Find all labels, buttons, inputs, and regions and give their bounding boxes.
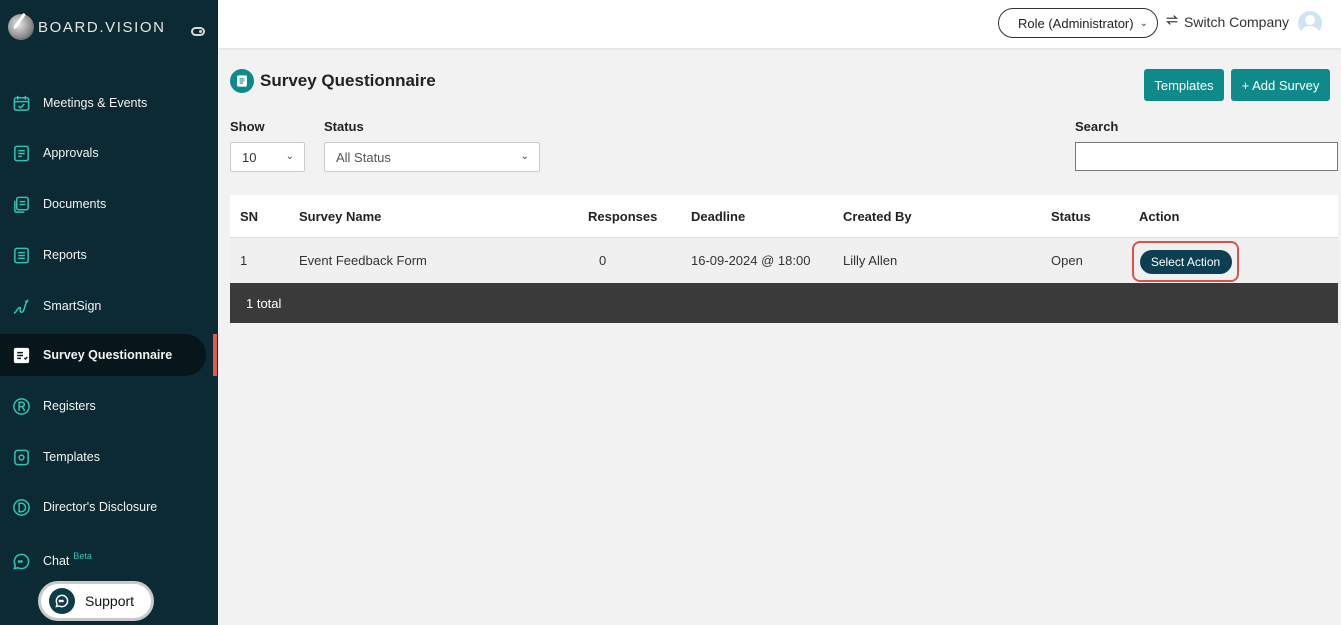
cell-responses: 0: [599, 253, 607, 268]
sidebar-item-approvals[interactable]: Approvals: [0, 132, 206, 174]
templates-button[interactable]: Templates: [1144, 69, 1224, 101]
cell-deadline: 16-09-2024 @ 18:00: [691, 253, 811, 268]
column-header-sn[interactable]: SN: [240, 195, 258, 237]
sidebar-item-label: Templates: [43, 450, 100, 464]
table-header: SN Survey Name Responses Deadline Create…: [230, 195, 1338, 238]
sidebar-item-label: Documents: [43, 197, 107, 211]
show-label: Show: [230, 119, 265, 134]
cell-status: Open: [1051, 253, 1083, 268]
brand-name: BOARD.VISION: [38, 18, 166, 36]
chevron-down-icon: ⌄: [1139, 17, 1148, 29]
select-action-button[interactable]: Select Action: [1139, 249, 1232, 274]
sidebar-item-documents[interactable]: Documents: [0, 183, 206, 225]
sidebar-item-label: Reports: [43, 248, 87, 262]
column-header-deadline[interactable]: Deadline: [691, 195, 745, 237]
sidebar-item-directors-disclosure[interactable]: Director's Disclosure: [0, 486, 206, 528]
sidebar-item-survey-questionnaire[interactable]: Survey Questionnaire: [0, 334, 206, 376]
survey-table: SN Survey Name Responses Deadline Create…: [230, 195, 1338, 323]
status-value: All Status: [336, 149, 391, 165]
chevron-down-icon: ⌄: [520, 151, 529, 162]
cell-sn: 1: [240, 253, 248, 268]
column-header-action: Action: [1139, 208, 1180, 224]
page-title-text: Survey Questionnaire: [260, 71, 436, 90]
add-survey-button[interactable]: + Add Survey: [1231, 69, 1330, 101]
column-header-responses[interactable]: Responses: [588, 195, 657, 237]
sidebar-item-chat[interactable]: Chat Beta: [0, 540, 206, 582]
active-indicator: [213, 334, 217, 376]
chevron-down-icon: ⌄: [285, 151, 294, 162]
column-header-survey-name[interactable]: Survey Name: [299, 195, 381, 237]
brand-logo[interactable]: BOARD.VISION: [8, 14, 166, 40]
sidebar-item-reports[interactable]: Reports: [0, 234, 206, 276]
sidebar-item-label: Meetings & Events: [43, 96, 148, 110]
search-label: Search: [1075, 119, 1119, 134]
beta-badge: Beta: [73, 551, 92, 561]
top-bar: Role (Administrator) ⌄ Switch Company: [218, 0, 1341, 48]
page-title: Survey Questionnaire: [230, 69, 436, 93]
column-header-created-by[interactable]: Created By: [843, 195, 912, 237]
sidebar-toggle-icon[interactable]: [191, 27, 205, 36]
sidebar-item-label: Registers: [43, 399, 96, 413]
select-action-highlight: Select Action: [1132, 241, 1239, 282]
logo-mark-icon: [8, 14, 34, 40]
disclosure-icon: [12, 498, 31, 517]
documents-icon: [12, 195, 31, 214]
sidebar-item-label: Survey Questionnaire: [43, 348, 173, 362]
report-icon: [12, 246, 31, 265]
support-button[interactable]: Support: [38, 581, 154, 621]
support-label: Support: [85, 593, 135, 609]
column-header-status[interactable]: Status: [1051, 195, 1091, 237]
sidebar-item-smartsign[interactable]: SmartSign: [0, 285, 206, 327]
registered-icon: [12, 397, 31, 416]
approval-doc-icon: [12, 144, 31, 163]
survey-icon: [12, 346, 31, 365]
support-chat-icon: [49, 588, 75, 614]
show-value: 10: [242, 149, 257, 165]
role-label: Role (Administrator): [1018, 15, 1134, 31]
switch-company-button[interactable]: Switch Company: [1165, 13, 1289, 30]
sidebar-item-label: SmartSign: [43, 299, 102, 313]
cell-created-by: Lilly Allen: [843, 253, 898, 268]
signature-icon: [12, 297, 31, 316]
sidebar-item-meetings-events[interactable]: Meetings & Events: [0, 82, 206, 124]
template-icon: [12, 448, 31, 467]
show-entries-select[interactable]: 10 ⌄: [230, 142, 305, 172]
search-input[interactable]: [1075, 142, 1338, 171]
switch-company-label: Switch Company: [1184, 13, 1290, 30]
status-label: Status: [324, 119, 364, 134]
switch-icon: [1165, 13, 1179, 30]
sidebar-item-label: Director's Disclosure: [43, 500, 158, 514]
sidebar-item-label: Chat: [43, 554, 70, 568]
table-footer-total: 1 total: [230, 283, 1338, 323]
status-filter-select[interactable]: All Status ⌄: [324, 142, 540, 172]
chat-icon: [12, 552, 31, 571]
user-avatar[interactable]: [1298, 11, 1322, 35]
sidebar-item-label: Approvals: [43, 146, 99, 160]
sidebar: BOARD.VISION Meetings & Events Approvals…: [0, 0, 218, 625]
role-dropdown[interactable]: Role (Administrator) ⌄: [998, 8, 1158, 38]
sidebar-item-templates[interactable]: Templates: [0, 436, 206, 478]
cell-survey-name: Event Feedback Form: [299, 253, 427, 268]
survey-title-icon: [230, 69, 254, 93]
calendar-check-icon: [12, 94, 31, 113]
sidebar-item-registers[interactable]: Registers: [0, 385, 206, 427]
